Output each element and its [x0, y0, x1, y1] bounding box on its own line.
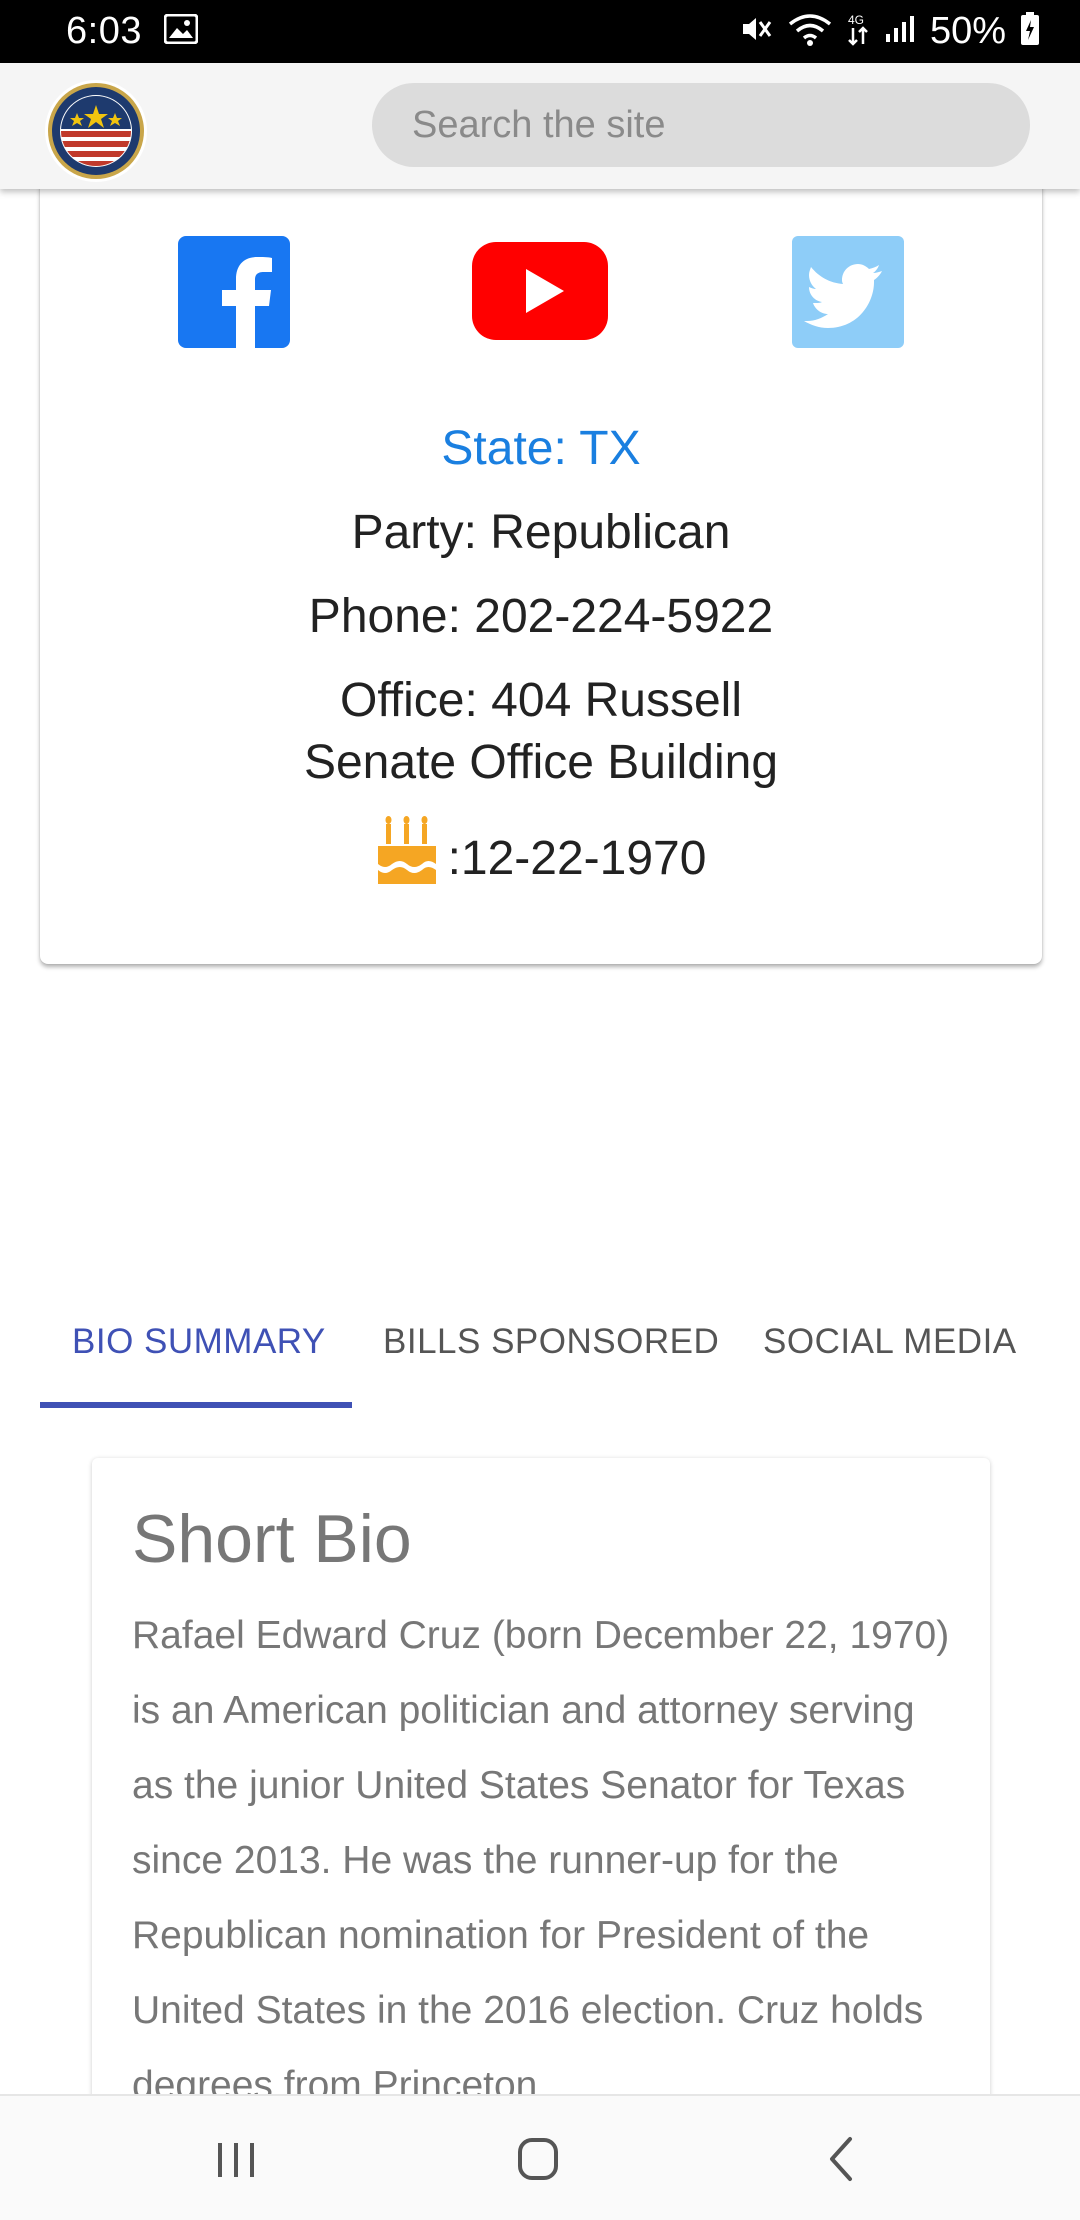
recent-apps-icon[interactable] [201, 2126, 271, 2192]
status-left: 6:03 [66, 10, 199, 53]
gallery-icon [163, 13, 199, 49]
tab-bar: BIO SUMMARY BILLS SPONSORED SOCIAL MEDIA [40, 1300, 1040, 1410]
navigation-bar [0, 2094, 1080, 2220]
party-text: Party: Republican [351, 506, 731, 559]
tab-social-media[interactable]: SOCIAL MEDIA [763, 1322, 1017, 1362]
facebook-icon[interactable] [178, 236, 290, 348]
app-header [0, 63, 1080, 189]
battery-percent: 50% [929, 10, 1006, 52]
status-right: 4G 50% [740, 10, 1040, 53]
phone-text[interactable]: Phone: 202-224-5922 [40, 586, 1042, 648]
home-icon[interactable] [503, 2126, 573, 2192]
battery-charging-icon [1020, 12, 1040, 51]
status-time: 6:03 [66, 10, 142, 52]
4g-icon: 4G [846, 12, 870, 51]
svg-text:4G: 4G [848, 13, 864, 27]
profile-card: State: TX Party: Republican Phone: 202-2… [40, 150, 1042, 964]
bio-text: Rafael Edward Cruz (born December 22, 19… [132, 1614, 950, 2107]
tab-bio-summary[interactable]: BIO SUMMARY [72, 1322, 326, 1362]
seal-stars-stripes-icon[interactable] [44, 79, 148, 183]
bio-title: Short Bio [132, 1501, 412, 1577]
mute-icon [740, 14, 774, 49]
bio-card: Short Bio Rafael Edward Cruz (born Decem… [92, 1458, 990, 2158]
signal-icon [884, 14, 916, 49]
search-input[interactable] [372, 83, 1030, 167]
twitter-icon[interactable] [792, 236, 904, 348]
birthday-text: :12-22-1970 [447, 832, 707, 885]
office-text: Office: 404 Russell Senate Office Buildi… [303, 674, 779, 789]
wifi-icon [788, 12, 832, 51]
birthday-cake-icon [376, 816, 438, 902]
active-tab-indicator [40, 1402, 352, 1408]
tab-bills-sponsored[interactable]: BILLS SPONSORED [383, 1322, 719, 1362]
youtube-icon[interactable] [472, 242, 608, 340]
birthday-row: :12-22-1970 [40, 816, 1042, 902]
screen: 6:03 4G 50% Search the site State: TX Pa… [0, 0, 1080, 2220]
status-bar: 6:03 4G 50% [0, 0, 1080, 63]
state-text: State: TX [441, 422, 641, 475]
back-icon[interactable] [806, 2126, 876, 2192]
